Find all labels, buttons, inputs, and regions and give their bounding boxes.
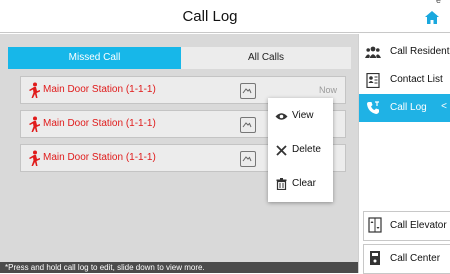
tab-missed-call[interactable]: Missed Call xyxy=(8,47,181,69)
call-center-button[interactable]: Call Center xyxy=(363,244,450,274)
snapshot-icon[interactable] xyxy=(240,83,256,99)
call-elevator-label: Call Elevator xyxy=(390,220,447,231)
person-icon xyxy=(29,150,40,166)
context-menu: View Delete Clear xyxy=(268,98,333,202)
menu-item-label: View xyxy=(292,110,314,121)
sidebar-item-label: Call Log xyxy=(390,102,427,113)
hint-bar: *Press and hold call log to edit, slide … xyxy=(0,262,358,273)
sidebar-item-label: Call Resident xyxy=(390,46,450,57)
phone-icon xyxy=(365,100,381,116)
snapshot-icon[interactable] xyxy=(240,117,256,133)
menu-item-clear[interactable]: Clear xyxy=(268,168,333,200)
chevron-left-icon: < xyxy=(441,101,447,112)
menu-item-label: Clear xyxy=(292,178,316,189)
call-time: Now xyxy=(318,85,337,95)
elevator-icon xyxy=(367,217,383,233)
person-icon xyxy=(29,82,40,98)
close-icon xyxy=(274,143,288,157)
snapshot-icon[interactable] xyxy=(240,151,256,167)
sidebar: Call Resident Contact List Call Log < Ca… xyxy=(358,34,450,274)
caller-name: Main Door Station (1-1-1) xyxy=(43,118,156,129)
caller-name: Main Door Station (1-1-1) xyxy=(43,84,156,95)
corner-glyph: e xyxy=(436,0,442,5)
call-elevator-button[interactable]: Call Elevator xyxy=(363,211,450,241)
sidebar-item-contact-list[interactable]: Contact List xyxy=(359,66,450,94)
sidebar-item-call-resident[interactable]: Call Resident xyxy=(359,38,450,66)
sidebar-item-call-log[interactable]: Call Log < xyxy=(359,94,450,122)
intercom-icon xyxy=(367,250,383,266)
residents-icon xyxy=(365,44,381,60)
home-icon[interactable] xyxy=(421,7,443,27)
sidebar-item-label: Contact List xyxy=(390,74,443,85)
tab-bar: Missed Call All Calls xyxy=(8,47,351,69)
call-center-label: Call Center xyxy=(390,253,441,264)
menu-item-delete[interactable]: Delete xyxy=(268,134,333,166)
tab-all-calls[interactable]: All Calls xyxy=(181,47,351,69)
menu-item-label: Delete xyxy=(292,144,321,155)
menu-item-view[interactable]: View xyxy=(268,100,333,132)
eye-icon xyxy=(274,109,288,123)
caller-name: Main Door Station (1-1-1) xyxy=(43,152,156,163)
trash-icon xyxy=(274,177,288,191)
person-icon xyxy=(29,116,40,132)
contacts-icon xyxy=(365,72,381,88)
page-title: Call Log xyxy=(182,8,238,25)
